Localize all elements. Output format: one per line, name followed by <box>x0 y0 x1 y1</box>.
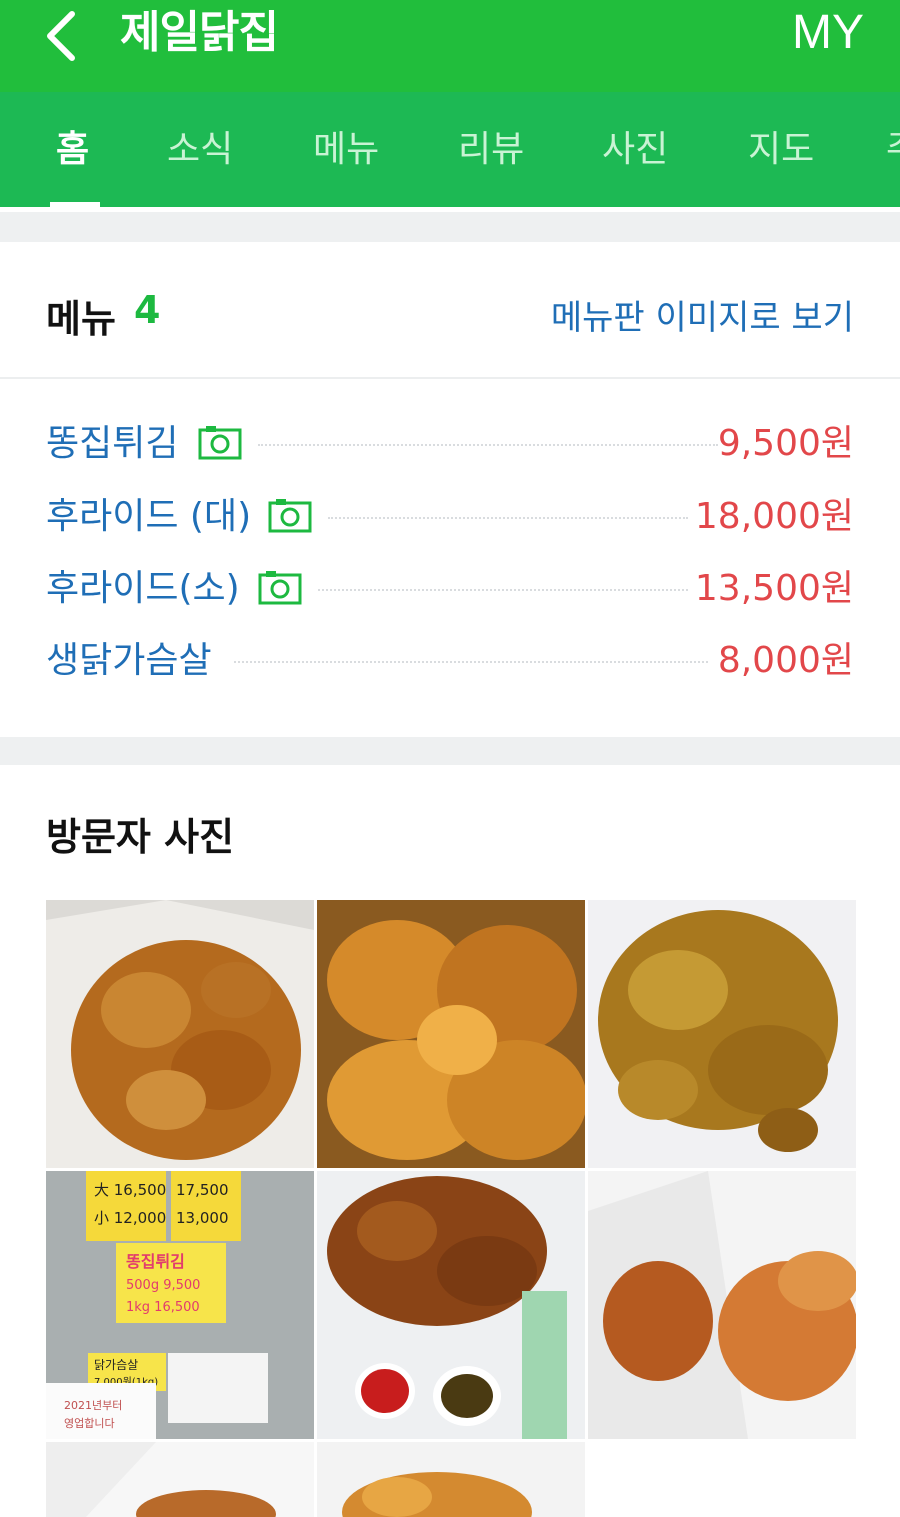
visitor-photo[interactable] <box>588 900 856 1168</box>
menu-item[interactable]: 후라이드(소) 13,500원 <box>46 561 854 617</box>
sign-text: 똥집튀김 <box>126 1252 185 1271</box>
visitor-photo[interactable] <box>317 1171 585 1439</box>
tab-map[interactable]: 지도 <box>748 126 814 174</box>
leader-dots <box>258 444 718 446</box>
tab-review[interactable]: 리뷰 <box>458 126 524 174</box>
active-tab-indicator <box>50 202 100 208</box>
section-gap <box>0 737 900 765</box>
visitor-photo[interactable] <box>317 1442 585 1517</box>
divider <box>0 377 900 379</box>
visitor-photo[interactable] <box>46 1442 314 1517</box>
sign-text: 1kg 16,500 <box>126 1300 200 1315</box>
visitor-photos-title: 방문자 사진 <box>46 815 235 859</box>
tab-menu[interactable]: 메뉴 <box>313 126 379 174</box>
sign-text: 17,500 <box>176 1181 229 1199</box>
menu-board-link[interactable]: 메뉴판 이미지로 보기 <box>551 290 854 339</box>
menu-item[interactable]: 후라이드 (대) 18,000원 <box>46 489 854 545</box>
visitor-photo[interactable] <box>588 1171 856 1439</box>
menu-item-name[interactable]: 생닭가슴살 <box>46 633 212 689</box>
tab-bar: 홈 소식 메뉴 리뷰 사진 지도 주 <box>0 92 900 207</box>
menu-item-name[interactable]: 똥집튀김 <box>46 416 178 472</box>
sign-text: 2021년부터 <box>64 1399 122 1412</box>
tab-photo[interactable]: 사진 <box>602 126 668 174</box>
section-gap <box>0 212 900 242</box>
menu-item-price: 9,500원 <box>717 423 854 464</box>
sign-text: 13,000 <box>176 1209 229 1227</box>
menu-item-name[interactable]: 후라이드(소) <box>46 561 240 617</box>
sign-text: 大 16,500 <box>94 1181 166 1199</box>
visitor-photo[interactable]: 大 16,500 小 12,000 17,500 13,000 똥집튀김 500… <box>46 1171 314 1439</box>
sign-text: 小 12,000 <box>94 1209 166 1227</box>
visitor-photo[interactable] <box>317 900 585 1168</box>
menu-count: 4 <box>134 288 161 332</box>
sign-text: 500g 9,500 <box>126 1278 200 1293</box>
menu-item-price: 18,000원 <box>694 496 854 537</box>
place-title: 제일닭집 <box>120 7 279 58</box>
camera-icon[interactable] <box>258 569 302 605</box>
tab-surroundings[interactable]: 주 <box>886 126 900 174</box>
leader-dots <box>328 517 688 519</box>
visitor-photo[interactable] <box>46 900 314 1168</box>
menu-section-title: 메뉴 <box>46 297 116 341</box>
back-arrow-icon[interactable] <box>38 4 90 64</box>
menu-item[interactable]: 똥집튀김 9,500원 <box>46 416 854 472</box>
menu-item[interactable]: 생닭가슴살 8,000원 <box>46 633 854 689</box>
camera-icon[interactable] <box>268 497 312 533</box>
menu-item-price: 8,000원 <box>717 640 854 681</box>
leader-dots <box>318 589 688 591</box>
tab-news[interactable]: 소식 <box>167 126 233 174</box>
sign-text: 영업합니다 <box>64 1417 115 1430</box>
leader-dots <box>234 661 708 663</box>
tab-home[interactable]: 홈 <box>56 126 89 174</box>
top-app-bar: 제일닭집 MY <box>0 0 900 92</box>
menu-item-name[interactable]: 후라이드 (대) <box>46 489 251 545</box>
camera-icon[interactable] <box>198 424 242 460</box>
sign-text: 닭가슴살 <box>94 1358 138 1372</box>
menu-item-price: 13,500원 <box>694 568 854 609</box>
my-button[interactable]: MY <box>792 2 864 64</box>
